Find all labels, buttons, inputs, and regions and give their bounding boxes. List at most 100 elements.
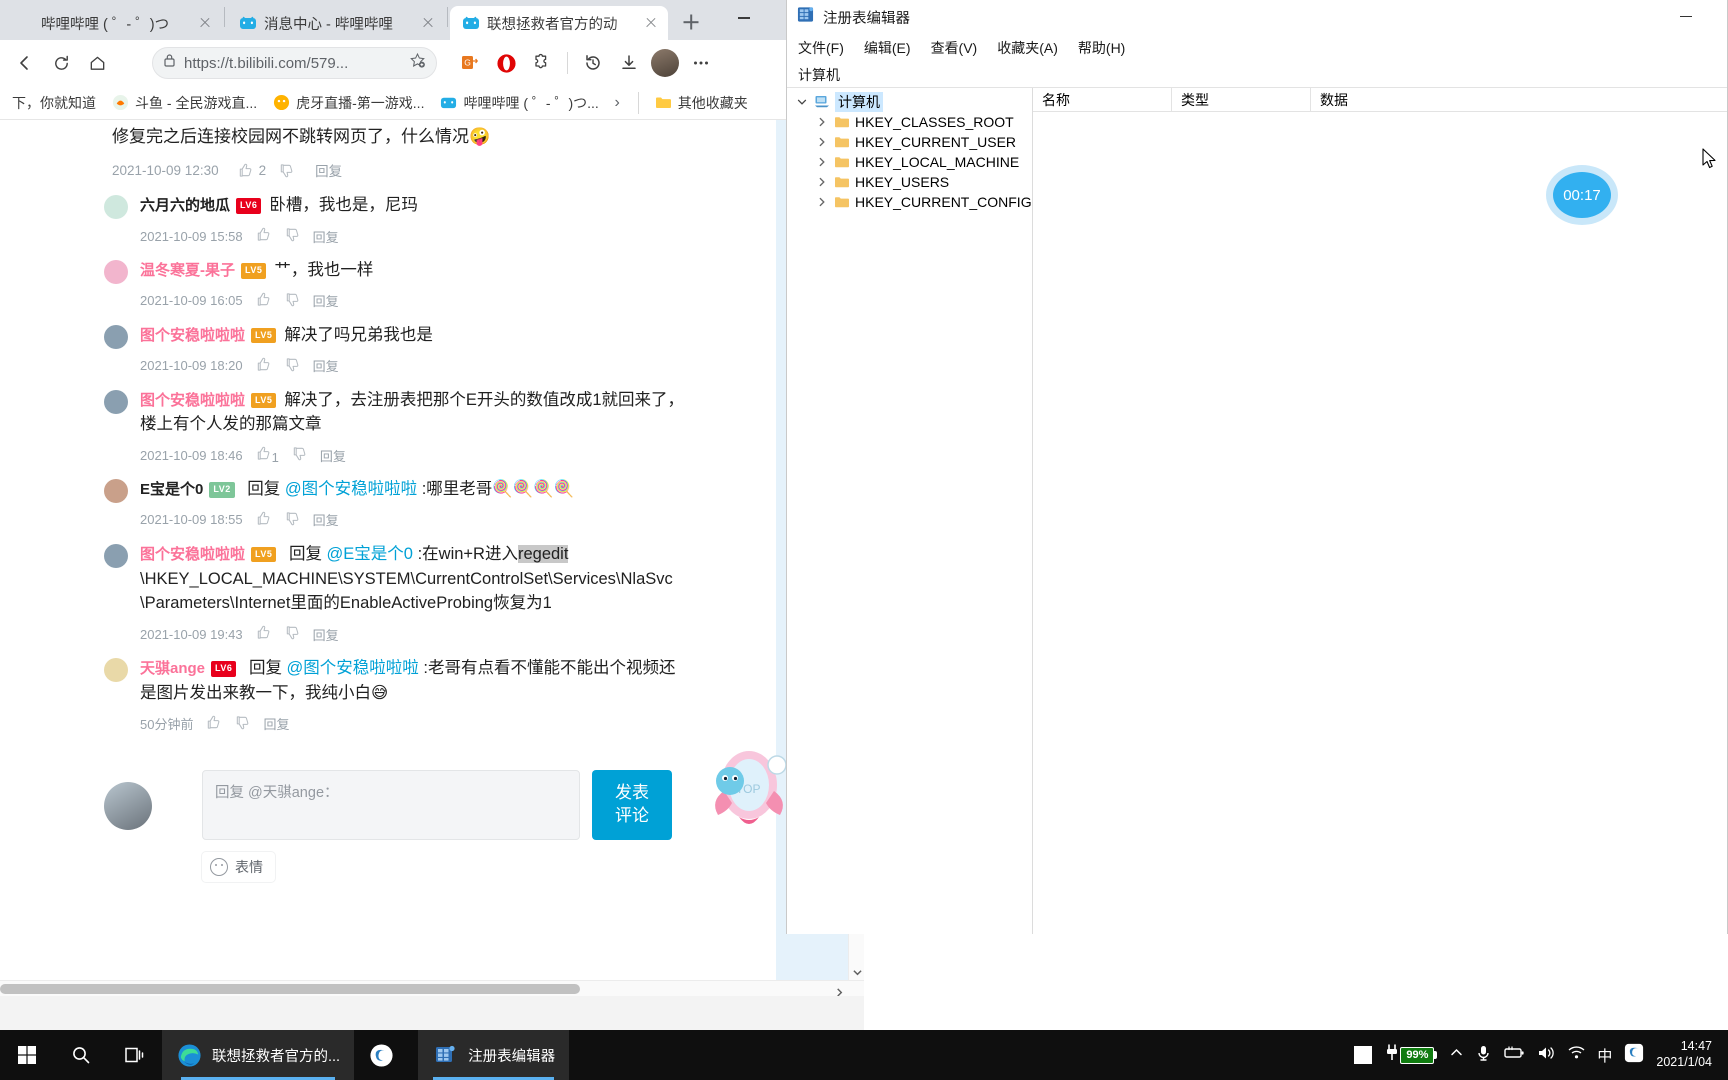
reply-button[interactable]: 回复 [320,446,346,465]
like-button[interactable] [255,291,272,311]
scroll-right-arrow-icon[interactable] [835,984,844,996]
tree-item-hkey-classes-root[interactable]: HKEY_CLASSES_ROOT [807,112,1032,132]
bookmark-item[interactable]: 哔哩哔哩 ( ゜- ゜)つ... [434,90,602,116]
reply-avatar[interactable] [104,658,128,683]
network-icon[interactable] [1568,1045,1585,1065]
menu-file[interactable]: 文件(F) [798,38,844,58]
close-tab-icon[interactable] [196,14,214,32]
taskbar-item-edge[interactable]: 联想拯救者官方的... [162,1030,355,1080]
start-button[interactable] [0,1030,54,1080]
chevron-up-icon[interactable] [1449,1045,1464,1065]
close-tab-icon[interactable] [419,14,437,32]
column-header-type[interactable]: 类型 [1172,88,1311,111]
browser-tab-2[interactable]: 消息中心 - 哔哩哔哩 [227,6,445,40]
reply-button[interactable]: 回复 [263,714,289,733]
profile-avatar[interactable] [648,46,682,80]
minimize-icon[interactable] [1663,0,1709,33]
taskbar-item-sogou[interactable] [354,1030,418,1080]
opera-translate-icon[interactable]: G [453,46,487,80]
chevron-right-icon[interactable] [815,117,829,127]
reply-button[interactable]: 回复 [313,625,339,644]
menu-edit[interactable]: 编辑(E) [864,38,911,58]
reply-username[interactable]: E宝是个0 [140,481,203,498]
reply-avatar[interactable] [104,195,128,220]
dislike-button[interactable] [291,445,308,465]
star-add-icon[interactable] [409,52,426,74]
close-tab-icon[interactable] [642,14,660,32]
hscroll-thumb[interactable] [0,984,580,994]
browser-tab-3[interactable]: 联想拯救者官方的动 [450,6,668,40]
history-icon[interactable] [576,46,610,80]
tree-item-hkey-local-machine[interactable]: HKEY_LOCAL_MACHINE [807,152,1032,172]
extensions-icon[interactable] [525,46,559,80]
battery-percent-badge[interactable]: 99% [1384,1043,1438,1067]
taskbar-item-regedit[interactable]: 注册表编辑器 [418,1030,570,1080]
emoji-picker-button[interactable]: 表情 [202,851,275,882]
bookmark-item[interactable]: 虎牙直播-第一游戏... [267,90,430,116]
browser-tab-1[interactable]: 哔哩哔哩 ( ゜- ゜)つ [4,6,222,40]
microphone-icon[interactable] [1476,1044,1491,1067]
chevron-down-icon[interactable] [795,97,809,107]
volume-icon[interactable] [1537,1045,1556,1066]
reply-mention[interactable]: @图个安稳啦啦啦 [285,480,422,498]
scroll-down-arrow-icon[interactable] [849,964,864,980]
reply-mention[interactable]: @图个安稳啦啦啦 [287,659,424,677]
reply-button[interactable]: 回复 [313,291,339,310]
sogou-tray-icon[interactable] [1624,1043,1644,1068]
opera-icon[interactable] [489,46,523,80]
download-icon[interactable] [612,46,646,80]
minimize-icon[interactable] [720,0,768,36]
tree-item-hkey-users[interactable]: HKEY_USERS [807,172,1032,192]
reply-button[interactable]: 回复 [313,510,339,529]
ime-indicator[interactable]: 中 [1597,1045,1612,1066]
more-options-icon[interactable] [684,46,718,80]
like-button[interactable] [255,226,272,246]
dislike-button[interactable] [284,291,301,311]
column-header-data[interactable]: 数据 [1311,88,1727,111]
page-horizontal-scrollbar[interactable] [0,980,864,996]
menu-view[interactable]: 查看(V) [931,38,978,58]
reload-icon[interactable] [44,46,78,80]
battery-charging-icon[interactable] [1503,1045,1525,1065]
bookmarks-overflow-button[interactable]: › [606,94,627,112]
column-header-name[interactable]: 名称 [1033,88,1172,111]
dislike-button[interactable] [284,510,301,530]
tree-item-hkey-current-user[interactable]: HKEY_CURRENT_USER [807,132,1032,152]
reply-button[interactable]: 回复 [313,356,339,375]
reply-avatar[interactable] [104,324,128,349]
chevron-right-icon[interactable] [815,177,829,187]
chevron-right-icon[interactable] [815,197,829,207]
reply-mention[interactable]: @E宝是个0 [327,545,418,563]
dislike-button[interactable] [278,162,295,179]
reply-username[interactable]: 天骐ange [140,660,205,677]
search-button[interactable] [54,1030,108,1080]
reply-avatar[interactable] [104,260,128,285]
bookmark-item[interactable]: 下，你就知道 [6,90,102,116]
menu-help[interactable]: 帮助(H) [1078,38,1125,58]
notification-icon[interactable] [1354,1046,1373,1064]
dislike-button[interactable] [284,226,301,246]
reply-button[interactable]: 回复 [315,160,342,180]
reply-button[interactable]: 回复 [313,227,339,246]
like-button[interactable] [255,510,272,530]
dislike-button[interactable] [234,714,251,734]
like-button[interactable] [205,714,222,734]
reply-avatar[interactable] [104,479,128,504]
reply-username[interactable]: 图个安稳啦啦啦 [140,392,245,409]
other-bookmarks-folder[interactable]: 其他收藏夹 [649,90,754,116]
menu-favorites[interactable]: 收藏夹(A) [997,38,1058,58]
tree-item-hkey-current-config[interactable]: HKEY_CURRENT_CONFIG [807,192,1032,212]
like-button[interactable]: 1 [255,445,279,465]
home-icon[interactable] [80,46,114,80]
back-arrow-icon[interactable] [8,46,42,80]
submit-comment-button[interactable]: 发表 评论 [592,769,672,840]
rocket-mascot-icon[interactable]: TOP [694,741,794,836]
bookmark-item[interactable]: 斗鱼 - 全民游戏直... [106,90,263,116]
reply-username[interactable]: 温冬寒夏-果子 [140,262,235,279]
like-button[interactable] [255,356,272,376]
chevron-right-icon[interactable] [815,137,829,147]
task-view-button[interactable] [108,1030,162,1080]
reply-username[interactable]: 图个安稳啦啦啦 [140,327,245,344]
reply-input[interactable]: 回复 @天骐ange： [202,769,580,840]
screen-recording-timer[interactable]: 00:17 [1553,172,1611,218]
